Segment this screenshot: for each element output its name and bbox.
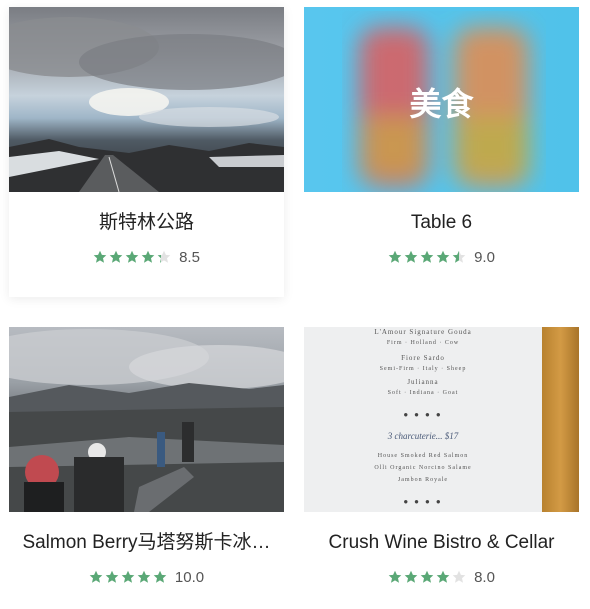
card-photo[interactable] <box>9 327 284 512</box>
rating: 10.0 <box>9 568 284 586</box>
menu-divider-dots: ● ● ● ● <box>403 410 443 419</box>
menu-line: Olli Organic Norcino Salame <box>374 465 472 471</box>
star-icon <box>137 570 151 583</box>
star-icon <box>452 570 466 583</box>
photo-overlay-label: 美食 <box>409 85 474 123</box>
star-icon <box>105 570 119 583</box>
star-icon <box>404 250 418 263</box>
card-item[interactable]: 斯特林公路 8.5 <box>9 7 284 297</box>
star-icon <box>93 250 107 263</box>
rating: 8.0 <box>304 568 579 586</box>
menu-line: Fiore Sardo <box>401 354 445 362</box>
star-icon <box>141 250 155 263</box>
wood-frame <box>542 327 579 512</box>
star-icon <box>404 570 418 583</box>
card-title[interactable]: Salmon Berry马塔努斯卡冰… <box>9 532 284 554</box>
rating-score: 9.0 <box>474 248 495 266</box>
card-item[interactable]: Salmon Berry马塔努斯卡冰… 10.0 <box>9 327 284 609</box>
menu-line: Semi-Firm · Italy · Sheep <box>379 366 467 372</box>
card-item[interactable]: L'Amour Signature Gouda Firm · Holland ·… <box>304 327 579 609</box>
star-icon <box>452 250 466 263</box>
menu-line: House Smoked Red Salmon <box>377 453 469 459</box>
star-rating <box>93 250 171 264</box>
card-title[interactable]: Table 6 <box>304 212 579 234</box>
rating-score: 8.0 <box>474 568 495 586</box>
star-icon <box>125 250 139 263</box>
menu-line: Firm · Holland · Cow <box>386 340 460 346</box>
rating-score: 10.0 <box>174 568 205 586</box>
rating: 8.5 <box>9 248 284 266</box>
star-icon <box>89 570 103 583</box>
menu-line: Julianna <box>407 378 439 386</box>
star-icon <box>153 570 167 583</box>
menu-line: Jambon Royale <box>397 477 449 483</box>
star-icon <box>436 250 450 263</box>
star-icon <box>388 570 402 583</box>
card-title[interactable]: Crush Wine Bistro & Cellar <box>304 532 579 554</box>
glacier-hikers-image <box>9 329 284 512</box>
star-icon <box>420 570 434 583</box>
card-photo[interactable]: L'Amour Signature Gouda Firm · Holland ·… <box>304 327 579 512</box>
menu-line: Soft · Indiana · Goat <box>387 390 459 396</box>
star-rating <box>388 250 466 264</box>
menu-paper: L'Amour Signature Gouda Firm · Holland ·… <box>304 327 542 512</box>
landscape-image <box>9 17 284 192</box>
card-item[interactable]: 美食 Table 6 9.0 <box>304 7 579 297</box>
star-icon <box>109 250 123 263</box>
star-rating <box>388 570 466 584</box>
star-icon <box>420 250 434 263</box>
star-rating <box>89 570 167 584</box>
star-icon <box>121 570 135 583</box>
card-title[interactable]: 斯特林公路 <box>9 212 284 234</box>
card-photo[interactable] <box>9 7 284 192</box>
rating-score: 8.5 <box>179 248 200 266</box>
star-icon <box>436 570 450 583</box>
rating: 9.0 <box>304 248 579 266</box>
star-icon <box>157 250 171 263</box>
menu-divider-dots: ● ● ● ● <box>403 497 443 506</box>
card-photo[interactable]: 美食 <box>304 7 579 192</box>
menu-line: L'Amour Signature Gouda <box>374 328 472 336</box>
menu-line: 3 charcuterie... $17 <box>387 431 459 441</box>
star-icon <box>388 250 402 263</box>
